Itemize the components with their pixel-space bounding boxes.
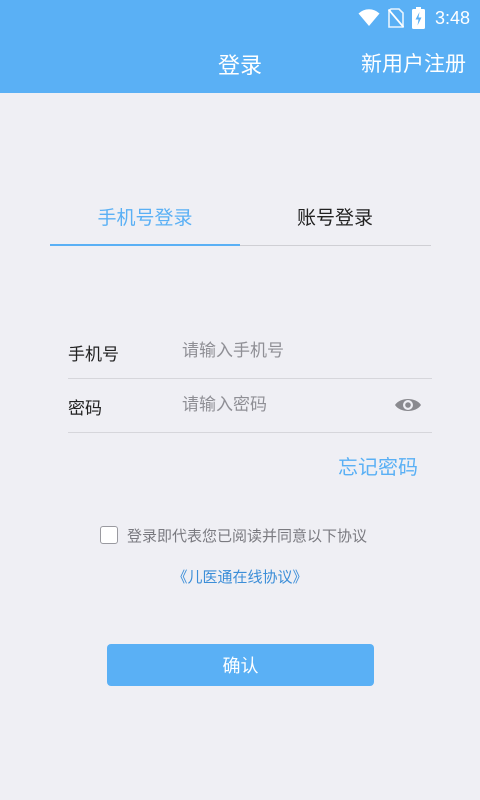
title-bar: 登录 新用户注册	[0, 36, 480, 93]
password-row: 密码	[68, 379, 432, 433]
password-label: 密码	[68, 399, 102, 419]
no-sim-icon	[387, 8, 404, 28]
status-icons: 3:48	[358, 6, 470, 30]
password-input[interactable]	[182, 389, 382, 421]
tab-account-login[interactable]: 账号登录	[240, 195, 430, 246]
phone-label: 手机号	[68, 345, 119, 365]
agreement-checkbox[interactable]	[100, 526, 118, 544]
agreement-text: 登录即代表您已阅读并同意以下协议	[127, 526, 368, 545]
register-button[interactable]: 新用户注册	[361, 48, 466, 78]
forgot-password-link[interactable]: 忘记密码	[338, 451, 418, 480]
agreement-link[interactable]: 《儿医通在线协议》	[0, 566, 480, 587]
wifi-icon	[358, 9, 380, 26]
status-bar: 3:48	[0, 0, 480, 36]
tab-phone-login[interactable]: 手机号登录	[50, 195, 240, 246]
phone-input[interactable]	[182, 335, 382, 367]
eye-icon[interactable]	[394, 393, 422, 417]
status-time: 3:48	[434, 7, 470, 28]
app-header: 3:48 登录 新用户注册	[0, 0, 480, 93]
agreement-row: 登录即代表您已阅读并同意以下协议	[100, 524, 367, 546]
login-tabs: 手机号登录 账号登录	[50, 195, 431, 246]
confirm-button[interactable]: 确认	[107, 644, 374, 686]
phone-row: 手机号	[68, 325, 432, 379]
battery-charging-icon	[411, 7, 425, 29]
active-tab-indicator	[50, 244, 240, 246]
